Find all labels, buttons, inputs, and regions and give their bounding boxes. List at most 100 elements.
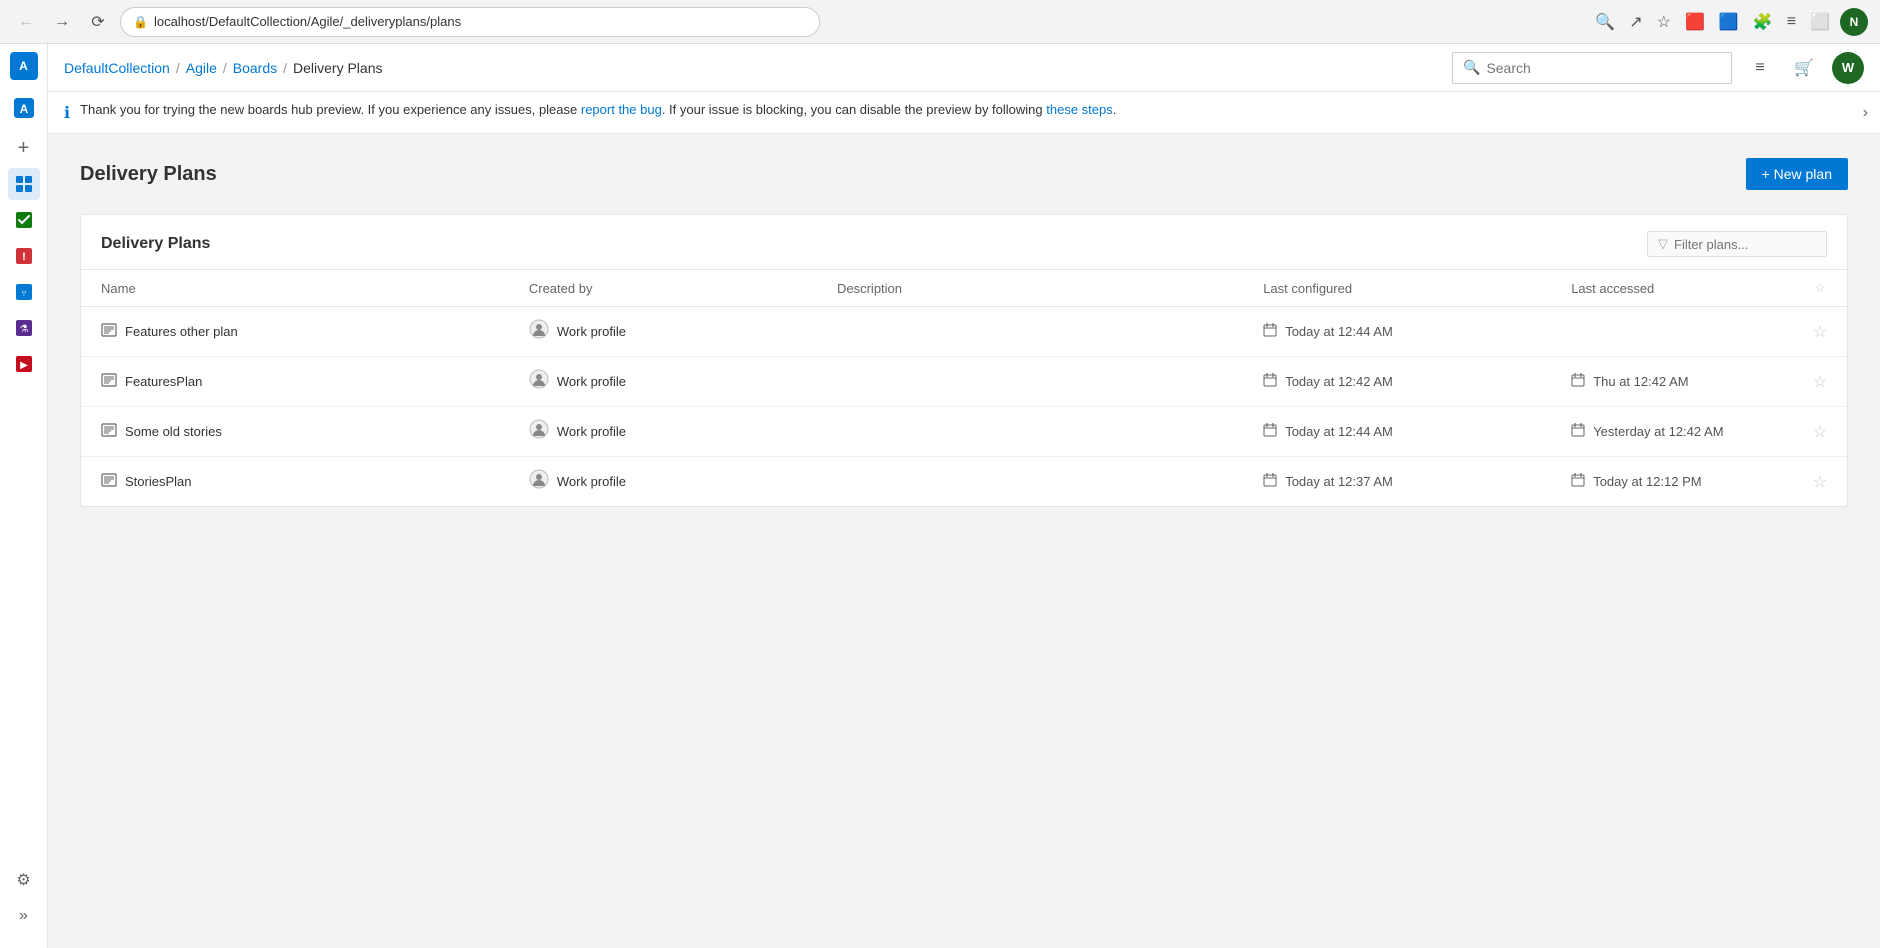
breadcrumb: DefaultCollection / Agile / Boards / Del… [64, 60, 383, 76]
ext5-icon[interactable]: ⬜ [1806, 8, 1834, 36]
plan-accessed-text-2: Yesterday at 12:42 AM [1593, 424, 1723, 439]
bookmark-icon[interactable]: ☆ [1653, 8, 1675, 36]
address-bar[interactable]: 🔒 localhost/DefaultCollection/Agile/_del… [120, 7, 820, 37]
table-row[interactable]: Some old stories Work profile Today at 1… [81, 407, 1847, 457]
banner-text: Thank you for trying the new boards hub … [80, 102, 1116, 117]
these-steps-link[interactable]: these steps [1046, 102, 1113, 117]
report-bug-link[interactable]: report the bug [581, 102, 662, 117]
plan-name-text-3: StoriesPlan [125, 474, 191, 489]
plan-star-cell-3[interactable]: ☆ [1793, 457, 1847, 507]
plan-created-cell-3: Work profile [509, 457, 817, 507]
sidebar-tasks-icon[interactable] [8, 204, 40, 236]
info-icon: ℹ [64, 103, 70, 123]
svg-text:!: ! [22, 251, 26, 263]
plan-created-cell-2: Work profile [509, 407, 817, 457]
plan-created-by-3: Work profile [557, 474, 626, 489]
search-input[interactable] [1486, 60, 1721, 76]
sidebar-test-icon[interactable]: ⚗ [8, 312, 40, 344]
info-banner: ℹ Thank you for trying the new boards hu… [48, 92, 1880, 134]
star-icon-1[interactable]: ☆ [1813, 374, 1827, 391]
user-icon-0 [529, 319, 549, 344]
topnav-basket-icon[interactable]: 🛒 [1788, 52, 1820, 84]
filter-box[interactable]: ▽ [1647, 231, 1827, 257]
ext2-icon[interactable]: 🟦 [1715, 8, 1743, 36]
back-button[interactable]: ← [12, 8, 40, 36]
table-row[interactable]: StoriesPlan Work profile Today at 12:37 … [81, 457, 1847, 507]
content-area: Delivery Plans + New plan Delivery Plans… [48, 134, 1880, 531]
browser-user-avatar[interactable]: N [1840, 8, 1868, 36]
plans-card-title: Delivery Plans [101, 235, 210, 253]
breadcrumb-delivery-plans: Delivery Plans [293, 60, 382, 76]
table-row[interactable]: FeaturesPlan Work profile Today at 12:42… [81, 357, 1847, 407]
plan-name-cell-3[interactable]: StoriesPlan [81, 457, 509, 507]
cal-icon-configured-1 [1263, 373, 1277, 390]
plan-name-cell-0[interactable]: Features other plan [81, 307, 509, 357]
cal-icon-configured-3 [1263, 473, 1277, 490]
sidebar-settings-icon[interactable]: ⚙ [8, 864, 40, 896]
sidebar-repos-icon[interactable]: ⑂ [8, 276, 40, 308]
browser-actions: 🔍 ↗ ☆ 🟥 🟦 🧩 ≡ ⬜ N [1591, 8, 1868, 36]
sidebar-create-icon[interactable]: + [8, 132, 40, 164]
plan-desc-cell-2 [817, 407, 1243, 457]
table-row[interactable]: Features other plan Work profile Today a… [81, 307, 1847, 357]
user-icon-1 [529, 369, 549, 394]
svg-text:⚗: ⚗ [19, 324, 28, 335]
search-action-icon[interactable]: 🔍 [1591, 8, 1619, 36]
azure-devops-icon[interactable]: A [8, 92, 40, 124]
plans-table: Name Created by Description Last configu… [81, 270, 1847, 506]
star-icon-0[interactable]: ☆ [1813, 324, 1827, 341]
url-text: localhost/DefaultCollection/Agile/_deliv… [154, 14, 461, 29]
browser-chrome: ← → ⟳ 🔒 localhost/DefaultCollection/Agil… [0, 0, 1880, 44]
plan-desc-cell-3 [817, 457, 1243, 507]
share-icon[interactable]: ↗ [1625, 8, 1646, 36]
lock-icon: 🔒 [133, 15, 148, 29]
sidebar-boards-icon[interactable] [8, 168, 40, 200]
col-header-configured: Last configured [1243, 270, 1551, 307]
col-header-description: Description [817, 270, 1243, 307]
cal-icon-accessed-3 [1571, 473, 1585, 490]
breadcrumb-sep-3: / [283, 60, 287, 76]
plan-name-text-2: Some old stories [125, 424, 222, 439]
plan-icon-3 [101, 472, 117, 492]
forward-button[interactable]: → [48, 8, 76, 36]
plan-star-cell-1[interactable]: ☆ [1793, 357, 1847, 407]
plan-accessed-cell-3: Today at 12:12 PM [1551, 457, 1792, 507]
cal-icon-accessed-2 [1571, 423, 1585, 440]
search-box[interactable]: 🔍 [1452, 52, 1732, 84]
user-avatar[interactable]: W [1832, 52, 1864, 84]
plan-configured-text-2: Today at 12:44 AM [1285, 424, 1393, 439]
svg-text:A: A [19, 102, 28, 116]
ext3-icon[interactable]: 🧩 [1749, 8, 1777, 36]
filter-input[interactable] [1674, 237, 1814, 252]
col-header-accessed: Last accessed [1551, 270, 1792, 307]
topnav-list-icon[interactable]: ≡ [1744, 52, 1776, 84]
sidebar-pipelines-icon[interactable]: ▶ [8, 348, 40, 380]
banner-close-button[interactable]: › [1863, 104, 1868, 122]
star-icon-2[interactable]: ☆ [1813, 424, 1827, 441]
plan-name-cell-2[interactable]: Some old stories [81, 407, 509, 457]
ext1-icon[interactable]: 🟥 [1681, 8, 1709, 36]
sidebar-expand-icon[interactable]: » [8, 900, 40, 932]
plan-configured-text-3: Today at 12:37 AM [1285, 474, 1393, 489]
ext4-icon[interactable]: ≡ [1783, 9, 1800, 35]
plan-configured-cell-3: Today at 12:37 AM [1243, 457, 1551, 507]
reload-button[interactable]: ⟳ [84, 8, 112, 36]
plan-accessed-cell-1: Thu at 12:42 AM [1551, 357, 1792, 407]
plan-configured-text-1: Today at 12:42 AM [1285, 374, 1393, 389]
plan-created-by-0: Work profile [557, 324, 626, 339]
plan-created-cell-0: Work profile [509, 307, 817, 357]
org-avatar[interactable]: A [10, 52, 38, 80]
star-icon-3[interactable]: ☆ [1813, 474, 1827, 491]
plan-configured-cell-1: Today at 12:42 AM [1243, 357, 1551, 407]
sidebar-alerts-icon[interactable]: ! [8, 240, 40, 272]
cal-icon-accessed-1 [1571, 373, 1585, 390]
svg-text:▶: ▶ [20, 360, 28, 371]
breadcrumb-defaultcollection[interactable]: DefaultCollection [64, 60, 170, 76]
new-plan-button[interactable]: + New plan [1746, 158, 1848, 190]
filter-icon: ▽ [1658, 236, 1668, 252]
plan-name-cell-1[interactable]: FeaturesPlan [81, 357, 509, 407]
plan-star-cell-0[interactable]: ☆ [1793, 307, 1847, 357]
breadcrumb-agile[interactable]: Agile [186, 60, 217, 76]
plan-star-cell-2[interactable]: ☆ [1793, 407, 1847, 457]
breadcrumb-boards[interactable]: Boards [233, 60, 277, 76]
